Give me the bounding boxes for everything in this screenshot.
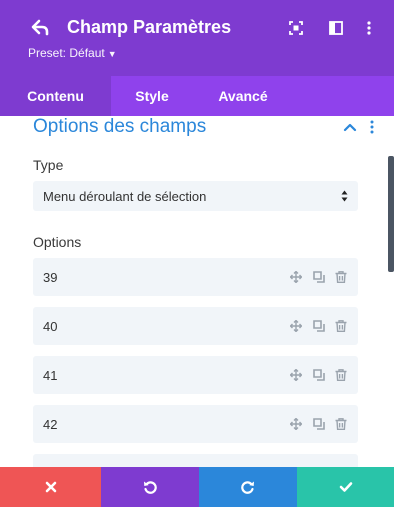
option-value: 42 [43, 417, 58, 432]
option-value: 41 [43, 368, 58, 383]
back-arrow-icon[interactable] [30, 18, 50, 38]
undo-button[interactable] [101, 467, 199, 507]
trash-icon[interactable] [335, 271, 347, 283]
check-icon [339, 482, 352, 492]
preset-dropdown[interactable]: Preset: Défaut ▼ [28, 46, 117, 60]
undo-icon [144, 481, 157, 494]
options-label: Options [33, 234, 82, 250]
duplicate-icon[interactable] [313, 271, 325, 283]
focus-icon[interactable] [289, 21, 303, 35]
move-icon[interactable] [290, 271, 302, 283]
tab-contenu[interactable]: Contenu [0, 76, 111, 116]
option-row[interactable]: 42 [33, 405, 358, 443]
more-vertical-icon[interactable] [366, 21, 372, 35]
tab-avance[interactable]: Avancé [193, 76, 293, 116]
option-row[interactable]: 41 [33, 356, 358, 394]
preset-label: Preset: Défaut [28, 46, 105, 60]
trash-icon[interactable] [335, 320, 347, 332]
trash-icon[interactable] [335, 418, 347, 430]
redo-icon [241, 481, 254, 494]
section-title[interactable]: Options des champs [33, 116, 206, 138]
option-row[interactable]: 40 [33, 307, 358, 345]
move-icon[interactable] [290, 369, 302, 381]
duplicate-icon[interactable] [313, 418, 325, 430]
save-button[interactable] [297, 467, 394, 507]
option-row-partial[interactable] [33, 454, 358, 467]
caret-down-icon: ▼ [107, 49, 117, 59]
chevron-up-icon[interactable] [343, 120, 357, 134]
option-value: 39 [43, 270, 58, 285]
type-label: Type [33, 157, 64, 173]
cancel-button[interactable] [0, 467, 101, 507]
settings-tabs: Contenu Style Avancé [0, 76, 394, 116]
split-view-icon[interactable] [329, 21, 343, 35]
option-row[interactable]: 39 [33, 258, 358, 296]
duplicate-icon[interactable] [313, 320, 325, 332]
redo-button[interactable] [199, 467, 297, 507]
page-title: Champ Paramètres [67, 17, 232, 37]
trash-icon[interactable] [335, 369, 347, 381]
move-icon[interactable] [290, 418, 302, 430]
duplicate-icon[interactable] [313, 369, 325, 381]
close-icon [45, 481, 56, 493]
type-select[interactable]: Menu déroulant de sélection [33, 181, 358, 211]
section-more-icon[interactable] [368, 120, 376, 134]
option-value: 40 [43, 319, 58, 334]
move-icon[interactable] [290, 320, 302, 332]
type-select-value: Menu déroulant de sélection [43, 189, 207, 204]
settings-header: Champ Paramètres Preset: Défaut ▼ [0, 0, 394, 76]
tab-style[interactable]: Style [111, 76, 193, 116]
scrollbar[interactable] [388, 156, 394, 272]
settings-content: Options des champs Type Menu déroulant d… [0, 116, 394, 467]
select-arrows-icon [341, 190, 348, 202]
action-bar [0, 467, 394, 507]
